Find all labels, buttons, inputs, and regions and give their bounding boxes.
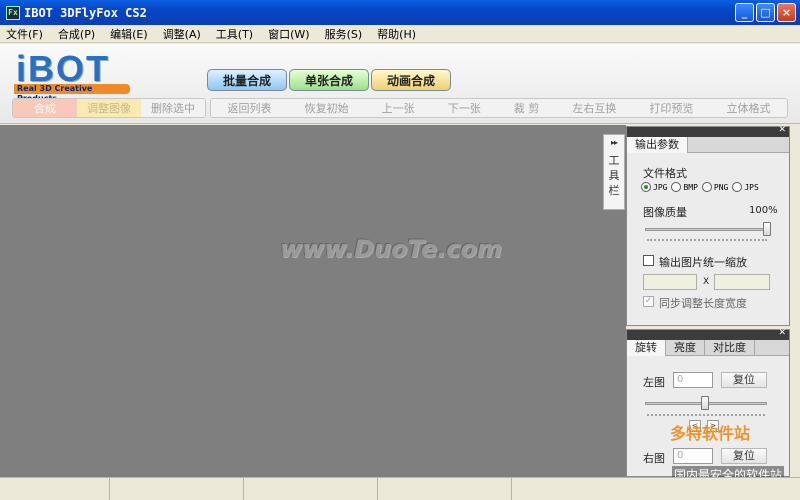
status-cell (244, 478, 378, 500)
title-bar: Fx IBOT 3DFlyFox CS2 _ □ × (0, 0, 800, 25)
adjust-image-button[interactable]: 调整图像 (77, 99, 141, 117)
left-rotate-slider-ticks (647, 414, 765, 417)
expand-arrows-icon: ▸▸ (610, 138, 618, 147)
scale-height-input[interactable] (714, 274, 770, 290)
menu-compose[interactable]: 合成(P) (58, 26, 95, 42)
app-icon: Fx (6, 5, 20, 20)
stereo-format-button[interactable]: 立体格式 (720, 99, 776, 117)
quality-slider-ticks (647, 239, 767, 242)
image-quality-value: 100% (749, 205, 778, 216)
quality-slider-track[interactable] (645, 228, 771, 231)
next-button[interactable]: 下一张 (442, 99, 487, 117)
menu-file[interactable]: 文件(F) (6, 26, 43, 42)
left-image-label: 左图 (643, 376, 665, 389)
sync-dimensions-checkbox[interactable]: ✓ (643, 296, 654, 307)
close-icon[interactable]: ✕ (778, 328, 786, 338)
status-cell (512, 478, 800, 500)
scale-width-input[interactable] (643, 274, 697, 290)
restore-initial-button[interactable]: 恢复初始 (299, 99, 355, 117)
toolbar-toggle-label: 工 具 栏 (608, 154, 620, 197)
right-rotate-input[interactable]: 0 (673, 448, 713, 464)
quality-slider-thumb[interactable] (763, 222, 771, 236)
menu-adjust[interactable]: 调整(A) (163, 26, 201, 42)
ibot-logo: iBOT Real 3D Creative Products (14, 48, 134, 103)
compose-button[interactable]: 合成 (13, 99, 77, 117)
tab-single-compose[interactable]: 单张合成 (289, 69, 369, 91)
left-reset-button[interactable]: 复位 (721, 372, 767, 388)
crop-button[interactable]: 裁 剪 (508, 99, 546, 117)
action-bar: 合成 调整图像 删除选中 返回列表 恢复初始 上一张 下一张 裁 剪 左右互换 … (12, 98, 788, 118)
menu-bar: 文件(F) 合成(P) 编辑(E) 调整(A) 工具(T) 窗口(W) 服务(S… (0, 25, 800, 43)
close-button[interactable]: × (777, 3, 796, 22)
swap-left-right-button[interactable]: 左右互换 (566, 99, 622, 117)
format-jpg-radio[interactable]: JPG (641, 182, 667, 192)
toolbar: iBOT Real 3D Creative Products 批量合成 单张合成… (0, 44, 800, 124)
uniform-scale-label: 输出图片统一缩放 (659, 256, 747, 269)
format-jps-radio[interactable]: JPS (732, 182, 759, 192)
tab-animation-compose[interactable]: 动画合成 (371, 69, 451, 91)
minimize-button[interactable]: _ (735, 3, 754, 22)
status-cell (378, 478, 512, 500)
delete-selected-button[interactable]: 删除选中 (141, 99, 205, 117)
status-cell (0, 478, 110, 500)
window-title: IBOT 3DFlyFox CS2 (24, 5, 147, 20)
adjust-panel-tabs: 旋转 亮度 对比度 (627, 340, 789, 356)
right-reset-button[interactable]: 复位 (721, 448, 767, 464)
image-quality-label: 图像质量 (643, 206, 687, 219)
file-format-options: JPG BMP PNG JPS (641, 182, 759, 192)
uniform-scale-checkbox[interactable] (643, 255, 654, 266)
menu-service[interactable]: 服务(S) (325, 26, 363, 42)
tab-brightness[interactable]: 亮度 (666, 340, 705, 356)
status-bar (0, 477, 800, 500)
menu-edit[interactable]: 编辑(E) (110, 26, 148, 42)
menu-window[interactable]: 窗口(W) (268, 26, 309, 42)
image-canvas[interactable]: www.DuoTe.com (0, 125, 602, 477)
duote-brand-watermark: 多特软件站 (670, 424, 751, 443)
output-params-panel: ✕ 输出参数 文件格式 JPG BMP PNG JPS 图像质量 100% 输出… (626, 125, 790, 326)
previous-button[interactable]: 上一张 (376, 99, 421, 117)
right-image-label: 右图 (643, 452, 665, 465)
panel-header: ✕ (627, 328, 789, 340)
format-png-radio[interactable]: PNG (701, 182, 728, 192)
menu-help[interactable]: 帮助(H) (377, 26, 416, 42)
output-panel-tabs: 输出参数 (627, 137, 789, 153)
menu-tools[interactable]: 工具(T) (216, 26, 253, 42)
logo-tagline: Real 3D Creative Products (14, 84, 130, 103)
mode-tabs: 批量合成 单张合成 动画合成 (207, 69, 451, 91)
sync-dimensions-label: 同步调整长度宽度 (659, 297, 747, 310)
print-preview-button[interactable]: 打印预览 (643, 99, 699, 117)
toolbar-toggle[interactable]: ▸▸ 工 具 栏 (603, 134, 625, 210)
panel-header: ✕ (627, 125, 789, 137)
file-format-label: 文件格式 (643, 167, 687, 180)
status-cell (110, 478, 244, 500)
tab-output-params[interactable]: 输出参数 (627, 137, 688, 153)
left-rotate-slider-thumb[interactable] (701, 396, 709, 410)
format-bmp-radio[interactable]: BMP (671, 182, 698, 192)
navigation-group: 返回列表 恢复初始 上一张 下一张 裁 剪 左右互换 打印预览 立体格式 (210, 98, 788, 118)
back-to-list-button[interactable]: 返回列表 (222, 99, 278, 117)
tab-rotate[interactable]: 旋转 (627, 340, 666, 356)
close-icon[interactable]: ✕ (778, 125, 786, 135)
tab-contrast[interactable]: 对比度 (705, 340, 755, 356)
scale-x-separator: X (703, 277, 710, 287)
canvas-watermark: www.DuoTe.com (280, 235, 502, 263)
left-rotate-input[interactable]: 0 (673, 372, 713, 388)
adjust-panel: ✕ 旋转 亮度 对比度 左图 0 复位 < > 右图 0 复位 (626, 328, 790, 477)
maximize-button[interactable]: □ (756, 3, 775, 22)
window-controls: _ □ × (735, 3, 796, 22)
tab-batch-compose[interactable]: 批量合成 (207, 69, 287, 91)
edit-group: 合成 调整图像 删除选中 (12, 98, 206, 118)
